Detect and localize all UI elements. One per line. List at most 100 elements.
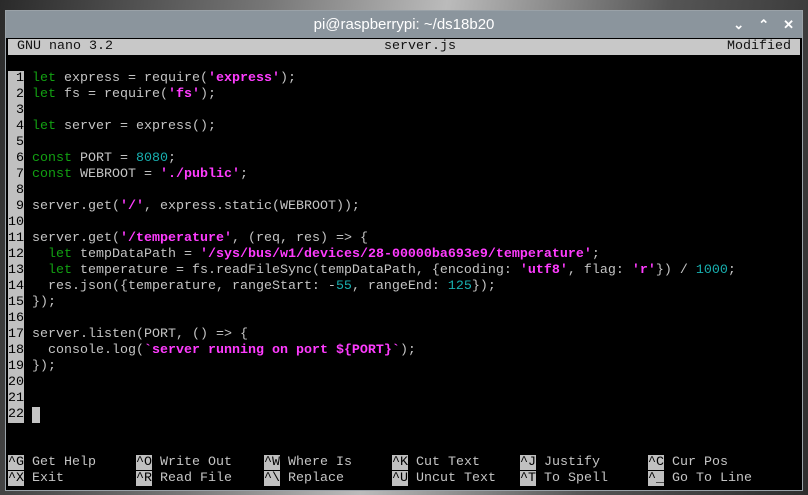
line-number: 4: [8, 119, 24, 135]
line-number: 3: [8, 103, 24, 119]
line-number: 17: [8, 327, 24, 343]
close-icon[interactable]: ✕: [783, 11, 794, 38]
shortcut-key: ^X: [8, 471, 24, 486]
code-token: ;: [591, 247, 600, 262]
code-line[interactable]: 6 const PORT = 8080;: [8, 151, 800, 167]
shortcut-item[interactable]: ^X Exit: [8, 471, 136, 487]
line-number: 21: [8, 391, 24, 407]
shortcut-item[interactable]: ^J Justify: [520, 455, 648, 471]
code-area[interactable]: 1 let express = require('express'); 2 let…: [8, 71, 800, 423]
code-token: , rangeEnd:: [351, 279, 448, 294]
line-number: 8: [8, 183, 24, 199]
code-line[interactable]: 10: [8, 215, 800, 231]
code-token: let: [32, 119, 56, 134]
nano-header: GNU nano 3.2 server.js Modified: [8, 39, 800, 55]
text-cursor: [32, 407, 40, 423]
code-line[interactable]: 7 const WEBROOT = './public';: [8, 167, 800, 183]
nano-version: GNU nano 3.2: [17, 39, 113, 54]
code-line[interactable]: 3: [8, 103, 800, 119]
code-line[interactable]: 11 server.get('/temperature', (req, res)…: [8, 231, 800, 247]
code-line[interactable]: 15 });: [8, 295, 800, 311]
shortcut-bar: ^G Get Help ^O Write Out ^W Where Is ^K Cut…: [8, 455, 800, 487]
line-number: 12: [8, 247, 24, 263]
shortcut-key: ^\: [264, 471, 280, 486]
shortcut-label: Justify: [544, 455, 600, 470]
code-line[interactable]: 1 let express = require('express');: [8, 71, 800, 87]
code-line[interactable]: 16: [8, 311, 800, 327]
code-token: ;: [727, 263, 736, 278]
code-token: );: [399, 343, 416, 358]
code-token: '/': [119, 199, 144, 214]
line-number: 2: [8, 87, 24, 103]
code-token: PORT =: [72, 151, 136, 166]
code-line[interactable]: 4 let server = express();: [8, 119, 800, 135]
code-line[interactable]: 21: [8, 391, 800, 407]
code-token: temperature = fs.readFileSync(tempDataPa…: [72, 263, 520, 278]
code-line[interactable]: 9 server.get('/', express.static(WEBROOT…: [8, 199, 800, 215]
code-token: 'express': [207, 71, 280, 86]
shortcut-key: ^T: [520, 471, 536, 486]
shortcut-item[interactable]: ^R Read File: [136, 471, 264, 487]
code-token: fs = require(: [56, 87, 168, 102]
code-token: const: [32, 167, 72, 182]
code-line[interactable]: 13 let temperature = fs.readFileSync(tem…: [8, 263, 800, 279]
code-token: });: [471, 279, 496, 294]
line-number: 14: [8, 279, 24, 295]
code-token: '/sys/bus/w1/devices/28-00000ba693e9/tem…: [199, 247, 592, 262]
code-token: , (req, res) => {: [231, 231, 368, 246]
shortcut-item[interactable]: ^\ Replace: [264, 471, 392, 487]
shortcut-key: ^W: [264, 455, 280, 470]
code-line[interactable]: 12 let tempDataPath = '/sys/bus/w1/devic…: [8, 247, 800, 263]
title-bar[interactable]: pi@raspberrypi: ~/ds18b20 ⌄ ⌃ ✕: [6, 11, 802, 38]
line-number: 7: [8, 167, 24, 183]
code-token: res.json({temperature, rangeStart: -: [32, 279, 336, 294]
code-line[interactable]: 19 });: [8, 359, 800, 375]
code-token: let: [48, 263, 72, 278]
code-token: `server running on port ${PORT}`: [143, 343, 400, 358]
shortcut-item[interactable]: ^W Where Is: [264, 455, 392, 471]
line-number: 22: [8, 407, 24, 423]
line-number: 11: [8, 231, 24, 247]
code-line[interactable]: 17 server.listen(PORT, () => {: [8, 327, 800, 343]
code-token: });: [32, 295, 56, 310]
code-line[interactable]: 5: [8, 135, 800, 151]
code-line[interactable]: 2 let fs = require('fs');: [8, 87, 800, 103]
shortcut-label: To Spell: [544, 471, 608, 486]
shortcut-key: ^C: [648, 455, 664, 470]
code-token: 'fs': [167, 87, 200, 102]
code-line[interactable]: 14 res.json({temperature, rangeStart: -5…: [8, 279, 800, 295]
nano-editor[interactable]: GNU nano 3.2 server.js Modified 1 let ex…: [8, 39, 800, 488]
shortcut-key: ^U: [392, 471, 408, 486]
modified-status: Modified: [727, 39, 791, 54]
maximize-icon[interactable]: ⌃: [758, 11, 769, 38]
shortcut-item[interactable]: ^O Write Out: [136, 455, 264, 471]
shortcut-item[interactable]: ^U Uncut Text: [392, 471, 520, 487]
code-token: );: [279, 71, 296, 86]
code-token: 8080: [136, 151, 168, 166]
code-token: WEBROOT =: [72, 167, 160, 182]
code-token: server.listen(PORT, () => {: [32, 327, 248, 342]
blank-row: [8, 439, 800, 455]
code-token: console.log(: [32, 343, 144, 358]
code-token: let: [48, 247, 72, 262]
code-line[interactable]: 18 console.log(`server running on port $…: [8, 343, 800, 359]
code-token: 1000: [695, 263, 728, 278]
code-token: 'utf8': [519, 263, 568, 278]
shortcut-item[interactable]: ^_ Go To Line: [648, 471, 776, 487]
shortcut-item[interactable]: ^C Cur Pos: [648, 455, 776, 471]
code-line[interactable]: 8: [8, 183, 800, 199]
code-line[interactable]: 20: [8, 375, 800, 391]
minimize-icon[interactable]: ⌄: [733, 11, 744, 38]
shortcut-label: Get Help: [32, 455, 96, 470]
shortcut-item[interactable]: ^G Get Help: [8, 455, 136, 471]
code-token: ;: [239, 167, 248, 182]
shortcut-item[interactable]: ^T To Spell: [520, 471, 648, 487]
terminal-window: pi@raspberrypi: ~/ds18b20 ⌄ ⌃ ✕ GNU nano…: [5, 10, 803, 491]
shortcut-item[interactable]: ^K Cut Text: [392, 455, 520, 471]
code-token: tempDataPath =: [72, 247, 200, 262]
shortcut-row: ^G Get Help ^O Write Out ^W Where Is ^K Cut…: [8, 455, 800, 471]
code-line[interactable]: 22: [8, 407, 800, 423]
code-token: let: [32, 87, 56, 102]
shortcut-row: ^X Exit ^R Read File ^\ Replace ^U Uncut Te…: [8, 471, 800, 487]
